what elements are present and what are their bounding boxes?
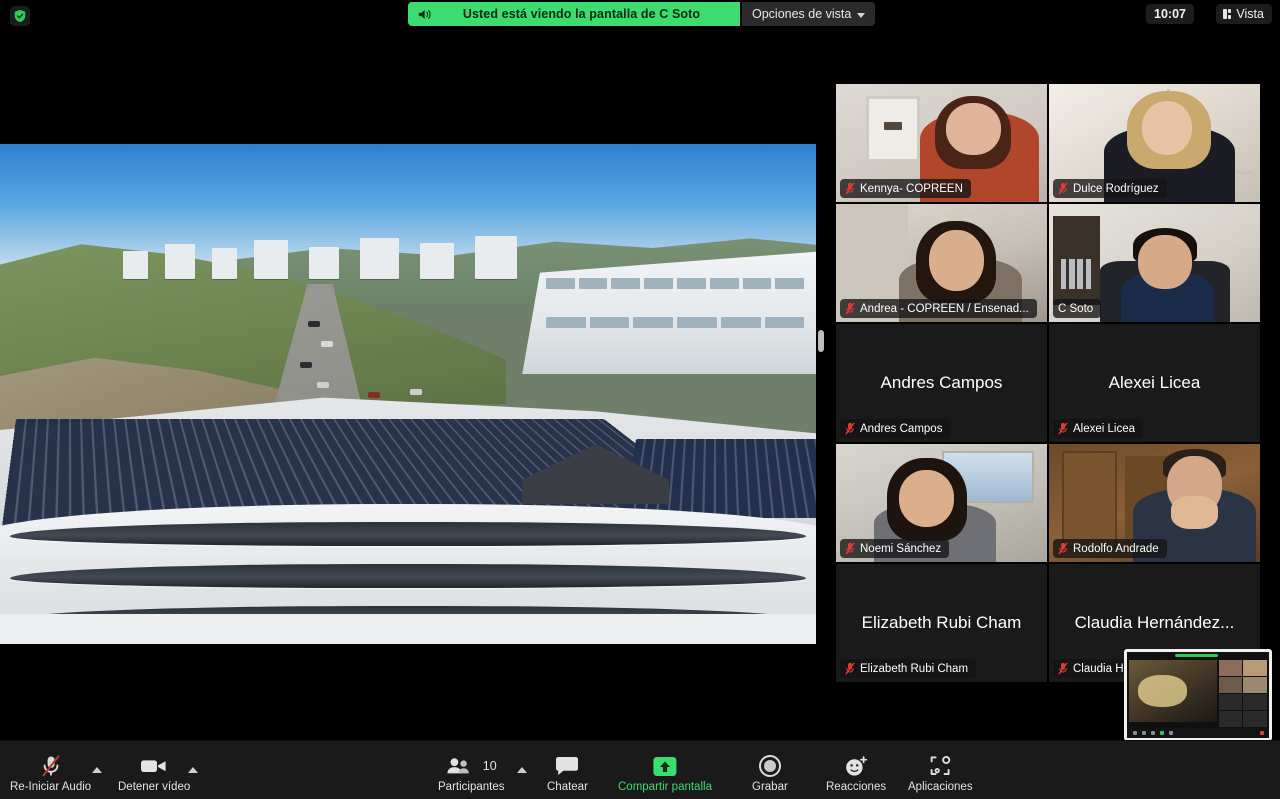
mic-muted-icon [845,422,855,435]
participant-name: Kennya- COPREEN [860,183,963,195]
ridge-buildings [114,234,538,279]
participant-name: Alexei Licea [1073,423,1135,435]
video-button[interactable]: Detener vídeo [118,754,190,793]
chevron-down-icon [857,13,865,18]
participant-tile[interactable]: Andres Campos Andres Campos [836,324,1047,442]
video-label: Detener vídeo [118,781,190,793]
mic-muted-icon [1058,662,1068,675]
people-icon: 10 [446,754,497,778]
pip-share-bar [1175,654,1218,657]
participant-name-badge: Andres Campos [840,419,950,438]
share-screen-up-arrow-icon [652,754,678,778]
view-button-label: Vista [1236,7,1264,21]
participant-name-badge: Dulce Rodríguez [1053,179,1167,198]
participant-name: C Soto [1058,303,1093,315]
video-options-chevron-up-icon[interactable] [188,767,198,773]
participant-name-badge: Andrea - COPREEN / Ensenad... [840,299,1037,318]
participant-tile[interactable]: Noemi Sánchez [836,444,1047,562]
mic-muted-icon [845,182,855,195]
shared-screen-stage[interactable] [0,40,820,740]
reactions-button[interactable]: Reacciones [826,754,886,793]
picture-in-picture-thumbnail[interactable] [1124,649,1272,741]
participant-name-badge: Noemi Sánchez [840,539,949,558]
audio-label: Re-Iniciar Audio [10,781,91,793]
meeting-toolbar: Re-Iniciar Audio Detener vídeo [0,740,1280,799]
record-label: Grabar [752,781,788,793]
view-options-dropdown[interactable]: Opciones de vista [742,2,875,26]
participants-count: 10 [483,759,497,773]
mic-muted-icon [40,754,62,778]
reactions-label: Reacciones [826,781,886,793]
participant-tile[interactable]: Alexei Licea Alexei Licea [1049,324,1260,442]
record-button[interactable]: Grabar [752,754,788,793]
share-banner-text: Usted está viendo la pantalla de C Soto [441,7,740,21]
participant-name: Elizabeth Rubi Cham [860,663,968,675]
pip-shared-content [1129,660,1217,722]
record-circle-icon [758,754,782,778]
chat-bubble-icon [554,754,580,778]
building-base [0,614,816,644]
participant-name-badge: Rodolfo Andrade [1053,539,1167,558]
chat-label: Chatear [547,781,588,793]
participant-tile[interactable]: Andrea - COPREEN / Ensenad... [836,204,1047,322]
layout-grid-icon [1223,9,1232,19]
participant-name-badge: Alexei Licea [1053,419,1143,438]
view-layout-button[interactable]: Vista [1216,4,1272,24]
pip-toolbar [1127,728,1269,738]
participant-tile[interactable]: Kennya- COPREEN [836,84,1047,202]
participant-tile[interactable]: Rodolfo Andrade [1049,444,1260,562]
mic-muted-icon [845,542,855,555]
encryption-shield-icon[interactable] [10,6,30,26]
participant-tile-active-speaker[interactable]: C Soto [1049,204,1260,322]
participant-name-badge: C Soto [1053,299,1101,318]
apps-bracket-icon [928,754,952,778]
apps-label: Aplicaciones [908,781,973,793]
share-screen-label: Compartir pantalla [618,781,712,793]
audio-button[interactable]: Re-Iniciar Audio [10,754,91,793]
participant-strip: Kennya- COPREEN Dulce Rodríguez [836,84,1260,682]
panel-resize-handle[interactable] [818,330,824,352]
audio-options-chevron-up-icon[interactable] [92,767,102,773]
participant-tile[interactable]: Dulce Rodríguez [1049,84,1260,202]
participant-name: Andres Campos [860,423,942,435]
mic-muted-icon [845,662,855,675]
participants-label: Participantes [438,781,504,793]
participants-options-chevron-up-icon[interactable] [517,767,527,773]
participant-name: Andrea - COPREEN / Ensenad... [860,303,1029,315]
mic-muted-icon [1058,542,1068,555]
participant-name: Dulce Rodríguez [1073,183,1159,195]
view-options-label: Opciones de vista [752,7,851,21]
chat-button[interactable]: Chatear [547,754,588,793]
participant-name: Noemi Sánchez [860,543,941,555]
zoom-meeting-window: Usted está viendo la pantalla de C Soto … [0,0,1280,799]
participants-button[interactable]: 10 Participantes [438,754,504,793]
participant-name-badge: Elizabeth Rubi Cham [840,659,976,678]
camera-icon [140,754,168,778]
mic-muted-icon [845,302,855,315]
apps-button[interactable]: Aplicaciones [908,754,973,793]
mic-muted-icon [1058,422,1068,435]
share-screen-button[interactable]: Compartir pantalla [618,754,712,793]
meeting-clock: 10:07 [1146,4,1194,24]
smiley-plus-icon [843,754,869,778]
screen-share-banner: Usted está viendo la pantalla de C Soto [408,2,740,26]
pip-participant-grid [1219,660,1267,727]
speaker-icon [418,8,433,21]
participant-name-badge: Kennya- COPREEN [840,179,971,198]
participant-name: Rodolfo Andrade [1073,543,1159,555]
top-bar: Usted está viendo la pantalla de C Soto … [0,0,1280,32]
mic-muted-icon [1058,182,1068,195]
participant-tile[interactable]: Elizabeth Rubi Cham Elizabeth Rubi Cham [836,564,1047,682]
shared-screen-content[interactable] [0,144,816,644]
